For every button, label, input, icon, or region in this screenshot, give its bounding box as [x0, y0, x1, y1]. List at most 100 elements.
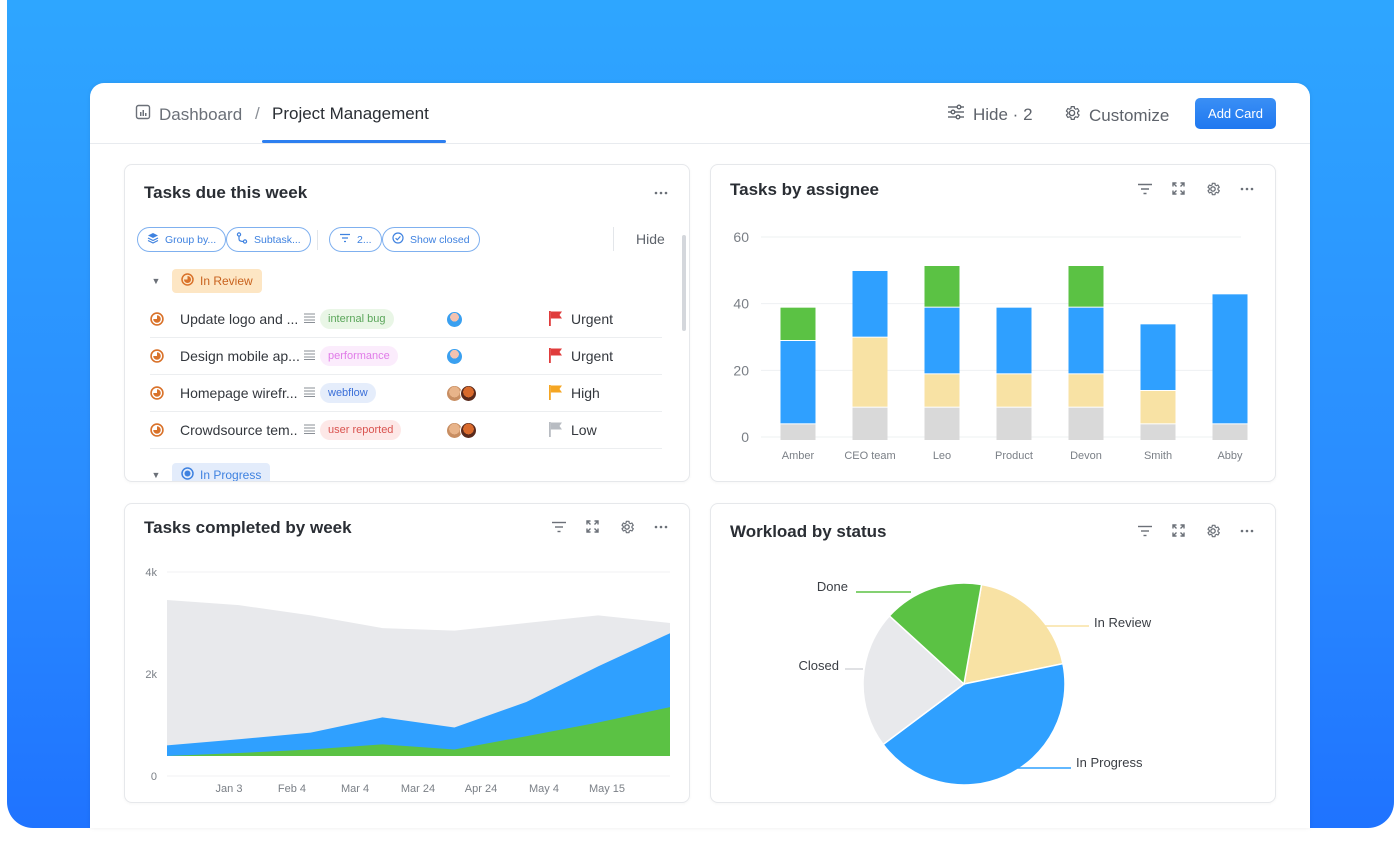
bar-segment-closed[interactable] — [1140, 424, 1176, 440]
x-tick-label: Apr 24 — [465, 783, 497, 795]
priority[interactable]: Urgent — [548, 347, 613, 366]
check-circle-icon — [392, 232, 404, 247]
bar-segment-in-review[interactable] — [996, 374, 1032, 407]
stacked-bar-chart: 0 20 40 60 Amber CEO team Leo Product Devon Smith… — [733, 229, 1248, 462]
bar-segment-done[interactable] — [924, 266, 960, 307]
priority-label: Urgent — [571, 348, 614, 364]
pie-label: Closed — [799, 658, 839, 673]
x-tick-label: Abby — [1217, 450, 1243, 462]
subtasks-label: Subtask... — [254, 233, 301, 246]
assignee-avatars[interactable] — [446, 347, 463, 365]
bar-segment-done[interactable] — [1068, 266, 1104, 307]
bar-segment-closed[interactable] — [852, 407, 888, 440]
in-review-status-icon[interactable] — [150, 386, 164, 405]
in-review-status-icon — [181, 273, 194, 289]
bar-segment-closed[interactable] — [1068, 407, 1104, 440]
task-name[interactable]: Crowdsource tem.. — [180, 422, 297, 438]
priority[interactable]: Low — [548, 421, 597, 440]
in-review-status-icon[interactable] — [150, 349, 164, 368]
hide-button[interactable]: Hide · 2 — [947, 104, 1033, 125]
bar-segment-in-review[interactable] — [924, 374, 960, 407]
x-tick-label: Feb 4 — [278, 783, 306, 795]
x-tick-label: Amber — [782, 450, 815, 462]
bar-segment-done[interactable] — [780, 307, 816, 340]
bar-segment-in-progress[interactable] — [1212, 294, 1248, 424]
bar-segment-in-progress[interactable] — [924, 307, 960, 374]
pie-label: In Progress — [1076, 755, 1143, 770]
assignee-avatars[interactable] — [446, 310, 463, 328]
task-tag[interactable]: internal bug — [320, 309, 394, 329]
filter-chip[interactable]: 2... — [329, 227, 382, 252]
more-icon[interactable] — [652, 184, 669, 201]
x-tick-label: CEO team — [844, 450, 895, 462]
bar-segment-closed[interactable] — [996, 407, 1032, 440]
bar-segment-in-review[interactable] — [852, 337, 888, 407]
task-name[interactable]: Update logo and ... — [180, 311, 298, 327]
y-tick-label: 0 — [151, 771, 157, 783]
priority[interactable]: Urgent — [548, 310, 613, 329]
description-icon — [304, 421, 315, 439]
tasks-due-card: Tasks due this week Group by... Subtask.… — [124, 164, 690, 482]
task-tag[interactable]: performance — [320, 346, 398, 366]
in-review-status-icon[interactable] — [150, 312, 164, 331]
task-tag[interactable]: user reported — [320, 420, 402, 440]
customize-label: Customize — [1089, 105, 1170, 125]
description-icon — [304, 384, 315, 402]
y-tick-label: 2k — [145, 669, 157, 681]
priority-label: Urgent — [571, 311, 614, 327]
card-title: Tasks due this week — [144, 183, 308, 202]
subtasks-chip[interactable]: Subtask... — [226, 227, 311, 252]
bar-segment-in-review[interactable] — [1068, 374, 1104, 407]
priority-flag-icon — [548, 421, 563, 440]
status-pill-in-progress: In Progress — [172, 463, 271, 482]
task-row[interactable]: Crowdsource tem.. user reported Low — [150, 412, 662, 449]
subtask-icon — [236, 232, 248, 247]
bar-segment-closed[interactable] — [1212, 424, 1248, 440]
x-tick-label: Leo — [933, 450, 951, 462]
show-closed-chip[interactable]: Show closed — [382, 227, 480, 252]
breadcrumb-dashboard[interactable]: Dashboard — [135, 104, 242, 125]
group-by-chip[interactable]: Group by... — [137, 227, 227, 252]
bar-segment-in-progress[interactable] — [996, 307, 1032, 374]
priority-flag-icon — [548, 310, 563, 329]
group-by-label: Group by... — [165, 233, 217, 246]
top-bar: Dashboard / Project Management Hide · 2 … — [90, 83, 1310, 144]
x-tick-label: Mar 24 — [401, 783, 435, 795]
collapse-caret-icon[interactable]: ▼ — [150, 276, 162, 286]
y-tick-label: 20 — [733, 362, 749, 378]
task-row[interactable]: Design mobile ap... performance Urgent — [150, 338, 662, 375]
dashboard-panel: Dashboard / Project Management Hide · 2 … — [90, 83, 1310, 828]
hide-columns-button[interactable]: Hide — [636, 231, 665, 247]
task-tag[interactable]: webflow — [320, 383, 376, 403]
layers-icon — [147, 232, 159, 247]
bar-segment-in-progress[interactable] — [1068, 307, 1104, 374]
scrollbar[interactable] — [682, 235, 686, 331]
y-tick-label: 0 — [741, 429, 749, 445]
breadcrumb-current[interactable]: Project Management — [272, 104, 429, 124]
avatar — [460, 384, 477, 402]
assignee-avatars[interactable] — [446, 421, 477, 439]
bar-segment-in-review[interactable] — [1140, 391, 1176, 424]
priority[interactable]: High — [548, 384, 600, 403]
task-name[interactable]: Homepage wirefr... — [180, 385, 298, 401]
bar-segment-in-progress[interactable] — [780, 341, 816, 424]
pie-label: In Review — [1094, 615, 1152, 630]
add-card-button[interactable]: Add Card — [1195, 98, 1276, 129]
task-row[interactable]: Homepage wirefr... webflow High — [150, 375, 662, 412]
status-label: In Review — [200, 274, 253, 288]
task-name[interactable]: Design mobile ap... — [180, 348, 300, 364]
collapse-caret-icon[interactable]: ▼ — [150, 470, 162, 480]
bar-segment-in-progress[interactable] — [1140, 324, 1176, 390]
breadcrumb-separator: / — [255, 104, 260, 123]
in-review-status-icon[interactable] — [150, 423, 164, 442]
bar-segment-in-progress[interactable] — [852, 271, 888, 337]
task-row[interactable]: Update logo and ... internal bug Urgent — [150, 301, 662, 338]
priority-flag-icon — [548, 384, 563, 403]
divider — [317, 230, 318, 250]
bar-segment-closed[interactable] — [924, 407, 960, 440]
x-tick-label: Jan 3 — [216, 783, 243, 795]
status-label: In Progress — [200, 468, 262, 482]
assignee-avatars[interactable] — [446, 384, 477, 402]
customize-button[interactable]: Customize — [1063, 104, 1169, 127]
bar-segment-closed[interactable] — [780, 424, 816, 440]
